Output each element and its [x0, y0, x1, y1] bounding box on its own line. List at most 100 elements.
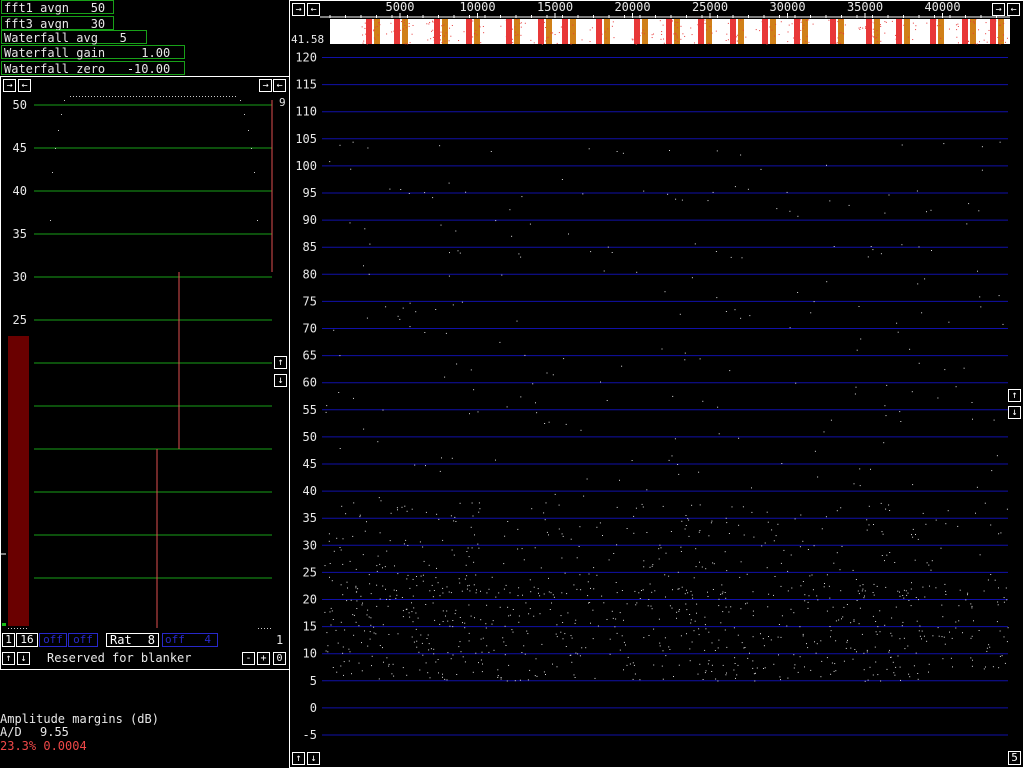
- spectrum-dot: [938, 635, 940, 637]
- spectrum-dot: [643, 560, 645, 562]
- option-off-2[interactable]: off: [68, 633, 98, 647]
- spectrum-dot: [929, 585, 930, 587]
- waterfall-speck: [778, 34, 780, 36]
- waterfall-speck: [366, 43, 368, 45]
- spectrum-dot: [989, 646, 991, 648]
- blanker-up-button[interactable]: ↑: [2, 652, 15, 665]
- waterfall-speck: [812, 23, 814, 25]
- spectrum-dot: [981, 146, 983, 148]
- curve-dot: [133, 96, 134, 97]
- zoom-right-button[interactable]: →: [259, 79, 272, 92]
- spectrum-dot: [442, 673, 443, 675]
- waterfall-speck: [472, 20, 474, 22]
- spectrum-dot: [889, 552, 891, 553]
- waterfall-speck: [591, 27, 593, 29]
- spectrum-dot: [830, 673, 832, 675]
- main-scroll-up-button[interactable]: ↑: [1008, 389, 1021, 402]
- spectrum-dot: [712, 191, 714, 193]
- spectrum-dot: [481, 651, 483, 653]
- spectrum-dot: [760, 633, 761, 635]
- waterfall-speck: [859, 26, 861, 28]
- spectrum-dot: [863, 669, 865, 671]
- spectrum-dot: [615, 618, 617, 620]
- spectrum-dot: [391, 673, 393, 675]
- waterfall-speck: [427, 39, 429, 41]
- bits-box[interactable]: 16: [16, 633, 38, 647]
- option-off-1[interactable]: off: [39, 633, 67, 647]
- spectrum-dot: [439, 595, 441, 597]
- spectrum-dot: [746, 573, 748, 575]
- wideband-tick-label: 60: [303, 376, 317, 390]
- waterfall-speck: [432, 21, 434, 23]
- waterfall-speck: [643, 33, 645, 35]
- spectrum-dot: [658, 618, 660, 620]
- option-off-3[interactable]: off 4: [162, 633, 218, 647]
- spectrum-dot: [548, 577, 549, 579]
- channel-box[interactable]: 1: [2, 633, 15, 647]
- left-scroll-up-button[interactable]: ↑: [274, 356, 287, 369]
- spectrum-dot: [327, 651, 329, 653]
- spectrum-dot: [355, 587, 357, 589]
- main-scroll-down-button[interactable]: ↓: [1008, 406, 1021, 419]
- waterfall-speck: [440, 31, 442, 33]
- rat-box[interactable]: Rat 8: [106, 633, 159, 647]
- waterfall-speck: [670, 34, 672, 36]
- spectrum-dot: [545, 502, 547, 504]
- spectrum-dot: [329, 563, 331, 564]
- spectrum-dot: [419, 541, 421, 543]
- zero-button[interactable]: 0: [273, 652, 286, 665]
- plus-button[interactable]: +: [257, 652, 270, 665]
- waterfall-avg-param[interactable]: Waterfall avg 5: [1, 30, 147, 45]
- waterfall-speck: [367, 30, 369, 32]
- minus-button[interactable]: -: [242, 652, 255, 665]
- spectrum-dot: [405, 539, 407, 541]
- spectrum-dot: [433, 653, 435, 655]
- spectrum-dot: [825, 516, 827, 518]
- main-bottom-down-button[interactable]: ↓: [307, 752, 320, 765]
- spectrum-dot: [752, 636, 754, 638]
- shift-right-button[interactable]: →: [3, 79, 16, 92]
- spectrum-dot: [362, 554, 364, 556]
- spectrum-dot: [739, 576, 741, 578]
- spectrum-dot: [853, 619, 855, 621]
- waterfall-gain-param[interactable]: Waterfall gain 1.00: [1, 45, 185, 60]
- zoom-left-button[interactable]: ←: [273, 79, 286, 92]
- spectrum-dot: [367, 609, 369, 611]
- spectrum-dot: [913, 665, 915, 667]
- spectrum-dot: [534, 675, 536, 677]
- waterfall-speck: [667, 25, 669, 27]
- spectrum-dot: [909, 676, 911, 678]
- spectrum-dot: [623, 641, 625, 643]
- wideband-tick-label: 0: [310, 701, 317, 715]
- main-bottom-up-button[interactable]: ↑: [292, 752, 305, 765]
- waterfall-speck: [396, 23, 398, 25]
- spectrum-dot: [459, 641, 461, 643]
- waterfall-speck: [379, 24, 381, 26]
- spectrum-dot: [552, 594, 554, 596]
- waterfall-speck: [482, 25, 484, 27]
- waterfall-speck: [564, 36, 566, 38]
- spectrum-dot: [619, 612, 621, 614]
- spectrum-dot: [341, 505, 343, 507]
- spectrum-dot: [614, 626, 616, 628]
- blanker-down-button[interactable]: ↓: [17, 652, 30, 665]
- spectrum-dot: [734, 663, 736, 664]
- ad-value: 9.55: [40, 725, 69, 739]
- spectrum-dot: [552, 663, 553, 665]
- fft3-avgn-param[interactable]: fft3 avgn 30: [1, 16, 114, 31]
- spectrum-dot: [642, 506, 644, 508]
- waterfall-speck: [430, 38, 432, 40]
- waterfall-speck: [432, 20, 434, 22]
- cpu-status: 23.3% 0.0004: [0, 739, 87, 753]
- left-scroll-down-button[interactable]: ↓: [274, 374, 287, 387]
- wideband-tick-label: 70: [303, 322, 317, 336]
- spectrum-dot: [775, 535, 777, 537]
- waterfall-speck: [546, 37, 548, 39]
- waterfall-zero-param[interactable]: Waterfall zero -10.00: [1, 61, 185, 76]
- waterfall-speck: [374, 38, 376, 40]
- curve-dot: [103, 96, 104, 97]
- spectrum-dot: [885, 586, 887, 588]
- waterfall-speck: [867, 31, 869, 33]
- fft1-avgn-param[interactable]: fft1 avgn 50: [1, 0, 114, 15]
- shift-left-button[interactable]: ←: [18, 79, 31, 92]
